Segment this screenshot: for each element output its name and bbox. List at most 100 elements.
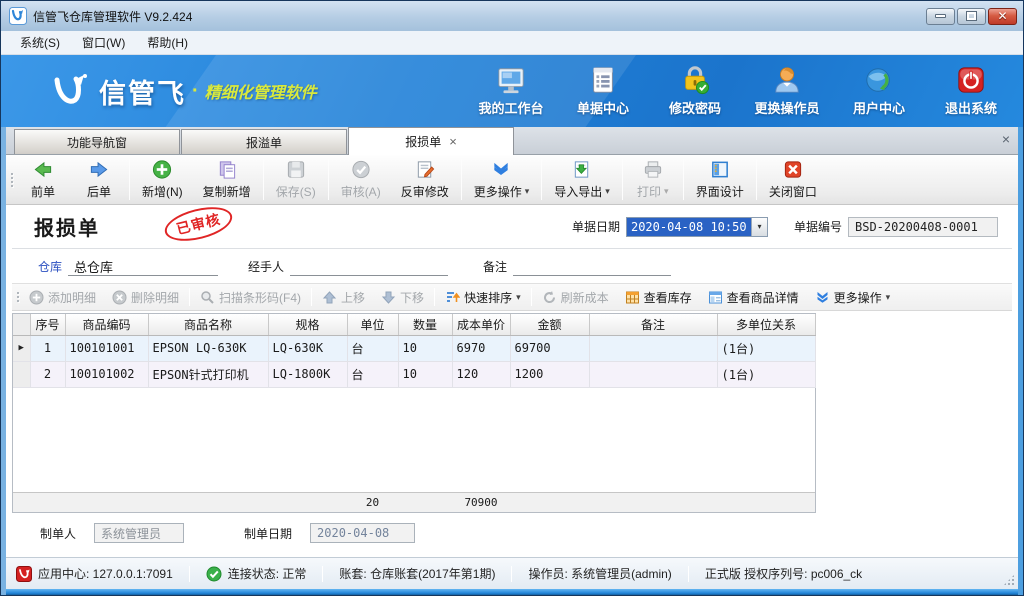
cell-name[interactable]: EPSON针式打印机 [148, 361, 268, 387]
col-header-name[interactable]: 商品名称 [148, 314, 268, 335]
banner-btn-change-password[interactable]: 修改密码 [657, 65, 733, 117]
view-product-detail-button[interactable]: 查看商品详情 [700, 286, 807, 308]
cell-amount[interactable]: 1200 [510, 361, 589, 387]
col-header-qty[interactable]: 数量 [398, 314, 452, 335]
col-header-multiunit[interactable]: 多单位关系 [717, 314, 815, 335]
cell-code[interactable]: 100101002 [65, 361, 148, 387]
add-circle-icon [29, 290, 44, 305]
connection-ok-icon [206, 566, 222, 582]
cell-qty[interactable]: 10 [398, 335, 452, 361]
prev-doc-button[interactable]: 前单 [15, 155, 71, 204]
toolbar-separator [622, 159, 623, 200]
menu-help[interactable]: 帮助(H) [138, 32, 197, 53]
copy-new-button[interactable]: 复制新增 [193, 155, 261, 204]
new-button[interactable]: 新增(N) [132, 155, 193, 204]
monitor-icon [496, 65, 526, 95]
banner-actions: 我的工作台 单据中心 [473, 65, 1009, 117]
cell-unit[interactable]: 台 [347, 335, 398, 361]
detail-more-actions-button[interactable]: 更多操作 ▾ [807, 286, 899, 308]
banner-btn-exit[interactable]: 退出系统 [933, 65, 1009, 117]
brand-slogan: 精细化管理软件 [205, 79, 317, 103]
ui-design-button[interactable]: 界面设计 [686, 155, 754, 204]
tab-loss-doc[interactable]: 报损单 × [348, 127, 514, 155]
cell-spec[interactable]: LQ-630K [268, 335, 347, 361]
detail-btn-label: 删除明细 [131, 289, 179, 306]
tab-function-nav[interactable]: 功能导航窗 [14, 129, 180, 154]
doc-date-field[interactable]: 2020-04-08 10:50 ▾ [626, 217, 768, 237]
cell-index[interactable]: 1 [30, 335, 65, 361]
cell-spec[interactable]: LQ-1800K [268, 361, 347, 387]
title-bar: 信管飞仓库管理软件 V9.2.424 ✕ [1, 1, 1023, 31]
restore-button[interactable] [957, 8, 986, 25]
view-stock-button[interactable]: 查看库存 [617, 286, 700, 308]
detail-btn-label: 扫描条形码(F4) [219, 289, 301, 306]
detail-btn-label: 更多操作 [834, 289, 882, 306]
close-button[interactable]: ✕ [988, 8, 1017, 25]
unapprove-edit-button[interactable]: 反审修改 [391, 155, 459, 204]
cell-remark[interactable] [589, 335, 717, 361]
col-header-index[interactable]: 序号 [30, 314, 65, 335]
cell-multiunit[interactable]: (1台) [717, 361, 815, 387]
tab-overflow-doc[interactable]: 报溢单 [181, 129, 347, 154]
remark-input[interactable] [513, 257, 671, 276]
warehouse-label: 仓库 [38, 258, 62, 275]
document-area: 报损单 已审核 单据日期 2020-04-08 10:50 ▾ 单据编号 BSD… [6, 205, 1018, 557]
status-license-text: 正式版 授权序列号: pc006_ck [705, 565, 862, 582]
table-row[interactable]: ▶ 1 100101001 EPSON LQ-630K LQ-630K 台 10… [13, 335, 815, 361]
doc-date-value[interactable]: 2020-04-08 10:50 [627, 218, 751, 236]
toolbar-separator [461, 159, 462, 200]
table-row[interactable]: 2 100101002 EPSON针式打印机 LQ-1800K 台 10 120… [13, 361, 815, 387]
detail-btn-label: 添加明细 [48, 289, 96, 306]
toolbar-separator [531, 288, 532, 306]
col-header-cost[interactable]: 成本单价 [452, 314, 510, 335]
cell-cost[interactable]: 6970 [452, 335, 510, 361]
barcode-scan-icon [200, 290, 215, 305]
banner-btn-user-center[interactable]: 用户中心 [841, 65, 917, 117]
menu-bar: 系统(S) 窗口(W) 帮助(H) [1, 31, 1023, 55]
tabstrip-close-icon[interactable]: × [1002, 132, 1010, 146]
resize-grip[interactable] [1003, 574, 1015, 586]
banner-btn-switch-operator[interactable]: 更换操作员 [749, 65, 825, 117]
banner-btn-document-center[interactable]: 单据中心 [565, 65, 641, 117]
toolbar-label: 反审修改 [401, 183, 449, 200]
date-dropdown-button[interactable]: ▾ [751, 218, 767, 236]
detail-btn-label: 查看商品详情 [727, 289, 799, 306]
cell-multiunit[interactable]: (1台) [717, 335, 815, 361]
cell-index[interactable]: 2 [30, 361, 65, 387]
cell-amount[interactable]: 69700 [510, 335, 589, 361]
cell-remark[interactable] [589, 361, 717, 387]
cell-code[interactable]: 100101001 [65, 335, 148, 361]
detail-btn-label: 下移 [400, 289, 424, 306]
tab-label: 报损单 [405, 133, 441, 150]
import-export-button[interactable]: 导入导出▾ [544, 155, 620, 204]
next-doc-button[interactable]: 后单 [71, 155, 127, 204]
col-header-remark[interactable]: 备注 [589, 314, 717, 335]
toolbar-label: 打印 [637, 183, 661, 200]
quick-sort-button[interactable]: 快速排序 ▾ [437, 286, 529, 308]
col-header-amount[interactable]: 金额 [510, 314, 589, 335]
cell-cost[interactable]: 120 [452, 361, 510, 387]
remove-circle-icon [112, 290, 127, 305]
cell-qty[interactable]: 10 [398, 361, 452, 387]
detail-btn-label: 刷新成本 [561, 289, 609, 306]
col-header-unit[interactable]: 单位 [347, 314, 398, 335]
warehouse-input[interactable]: 总仓库 [68, 257, 218, 276]
handler-input[interactable] [290, 257, 448, 276]
toolbar-label: 审核(A) [341, 183, 381, 200]
close-window-button[interactable]: 关闭窗口 [759, 155, 827, 204]
col-header-code[interactable]: 商品编码 [65, 314, 148, 335]
menu-window[interactable]: 窗口(W) [73, 32, 134, 53]
more-actions-button[interactable]: 更多操作▾ [464, 155, 540, 204]
status-connection: 连接状态: 正常 [206, 565, 307, 582]
cell-name[interactable]: EPSON LQ-630K [148, 335, 268, 361]
move-down-button: 下移 [373, 286, 432, 308]
col-header-spec[interactable]: 规格 [268, 314, 347, 335]
statusbar-separator [688, 566, 689, 582]
scan-barcode-button: 扫描条形码(F4) [192, 286, 309, 308]
tab-close-icon[interactable]: × [449, 135, 457, 148]
creator-field: 系统管理员 [94, 523, 184, 543]
minimize-button[interactable] [926, 8, 955, 25]
menu-system[interactable]: 系统(S) [11, 32, 69, 53]
banner-btn-workbench[interactable]: 我的工作台 [473, 65, 549, 117]
cell-unit[interactable]: 台 [347, 361, 398, 387]
